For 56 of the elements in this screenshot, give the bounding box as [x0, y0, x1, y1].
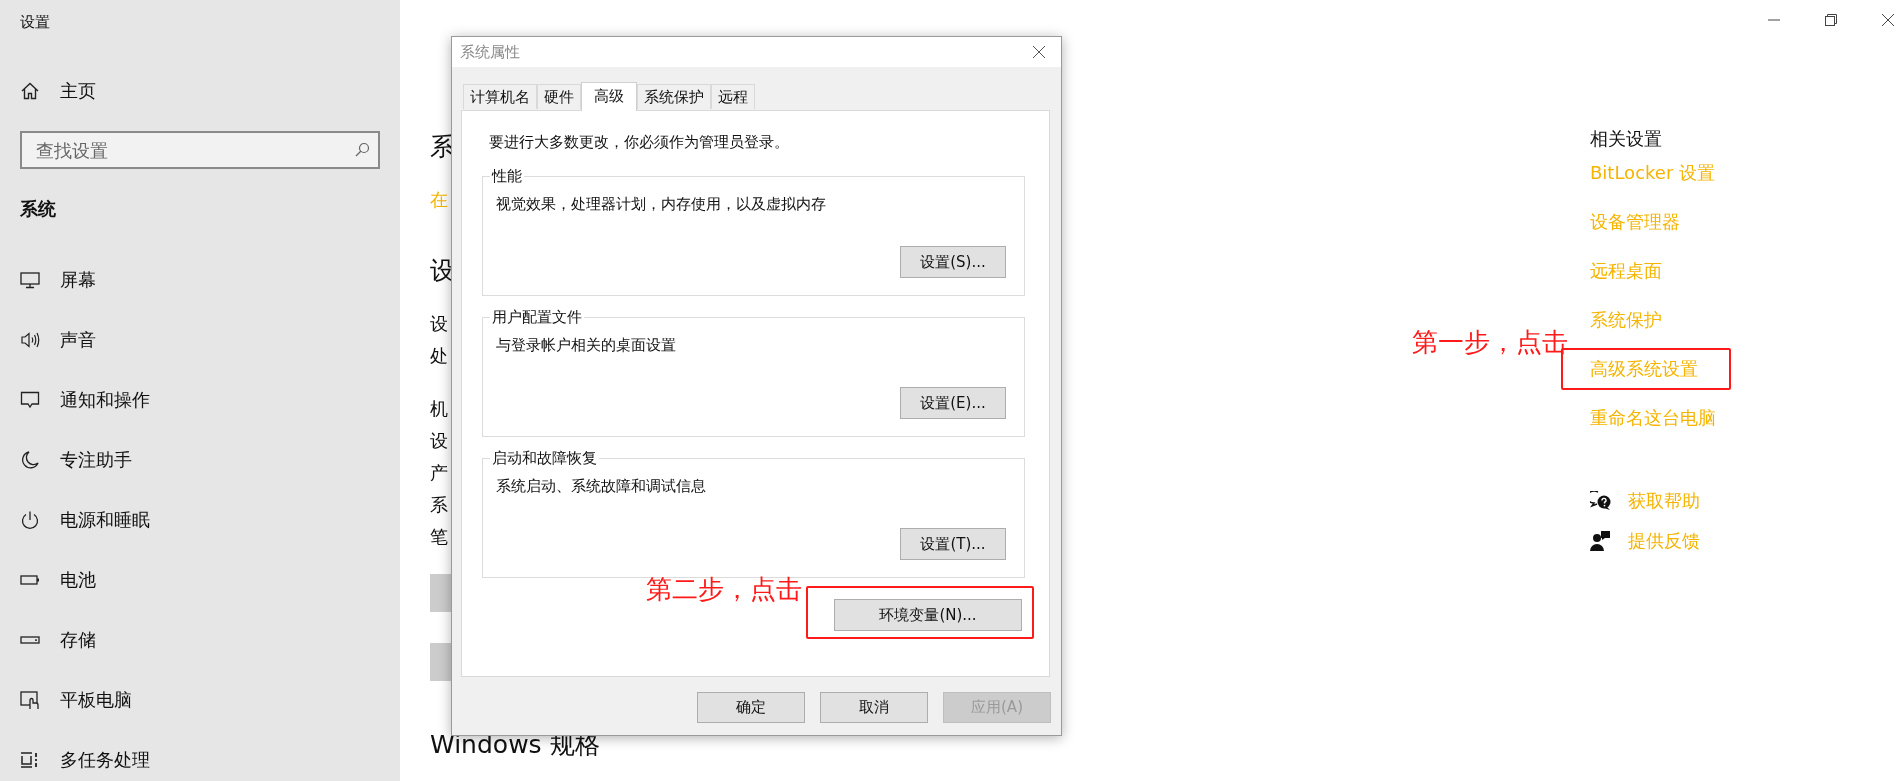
nav-item[interactable]: 专注助手	[20, 446, 132, 474]
tablet-icon	[20, 690, 40, 710]
feedback-icon	[1590, 531, 1612, 551]
nav-item[interactable]: 电池	[20, 566, 96, 594]
tab[interactable]: 系统保护	[637, 84, 711, 109]
group-title: 性能	[490, 166, 523, 186]
dialog-button[interactable]: 取消	[820, 692, 928, 723]
search-field[interactable]: 查找设置	[20, 131, 380, 169]
group-title: 用户配置文件	[491, 307, 583, 327]
restore-icon[interactable]	[1824, 13, 1838, 27]
nav-item[interactable]: 电源和睡眠	[20, 506, 150, 534]
notice-text: 要进行大多数更改，你必须作为管理员登录。	[489, 132, 790, 152]
nav-item[interactable]: 多任务处理	[20, 746, 150, 774]
dialog-title: 系统属性	[460, 42, 520, 62]
annotation: 第二步，点击	[646, 573, 802, 605]
nav-item[interactable]: 屏幕	[20, 266, 96, 294]
monitor-icon	[20, 270, 40, 290]
settings-button[interactable]: 设置(S)...	[900, 246, 1006, 278]
section-heading: 设	[430, 255, 455, 287]
home-link[interactable]: 主页	[20, 77, 96, 105]
search-icon	[354, 142, 370, 158]
multitask-icon	[20, 750, 40, 770]
moon-icon	[20, 450, 40, 470]
speech-bubble-icon	[20, 390, 40, 410]
environment-variables-button[interactable]: 环境变量(N)...	[834, 599, 1022, 631]
nav-item[interactable]: 平板电脑	[20, 686, 132, 714]
text-line: 处	[430, 344, 448, 368]
tab[interactable]: 远程	[711, 84, 755, 109]
text-line: 系	[430, 493, 448, 517]
close-icon[interactable]	[1032, 45, 1046, 59]
window-title: 设置	[20, 12, 51, 32]
speaker-icon	[20, 330, 40, 350]
group-title: 启动和故障恢复	[491, 448, 598, 468]
tab[interactable]: 硬件	[537, 84, 581, 109]
settings-button[interactable]: 设置(E)...	[900, 387, 1006, 419]
home-icon	[20, 81, 40, 101]
tab[interactable]: 高级	[581, 82, 637, 111]
power-icon	[20, 510, 40, 530]
close-icon[interactable]	[1881, 13, 1895, 27]
nav-item[interactable]: 存储	[20, 626, 96, 654]
settings-button[interactable]: 设置(T)...	[900, 528, 1006, 560]
dialog-button[interactable]: 确定	[697, 692, 805, 723]
nav-item[interactable]: 声音	[20, 326, 96, 354]
group-description: 与登录帐户相关的桌面设置	[496, 335, 677, 355]
text-line: 产	[430, 461, 448, 485]
group-description: 系统启动、系统故障和调试信息	[496, 476, 707, 496]
section-heading: 系统	[20, 197, 56, 221]
text-line: 机	[430, 397, 448, 421]
text-line: 设	[430, 312, 448, 336]
related-heading: 相关设置	[1590, 127, 1662, 151]
help-icon	[1590, 491, 1612, 511]
text-line: 笔	[430, 525, 448, 549]
group-description: 视觉效果，处理器计划，内存使用，以及虚拟内存	[496, 194, 827, 214]
tab[interactable]: 计算机名	[463, 84, 537, 109]
nav-item[interactable]: 通知和操作	[20, 386, 150, 414]
text-line: 设	[430, 429, 448, 453]
